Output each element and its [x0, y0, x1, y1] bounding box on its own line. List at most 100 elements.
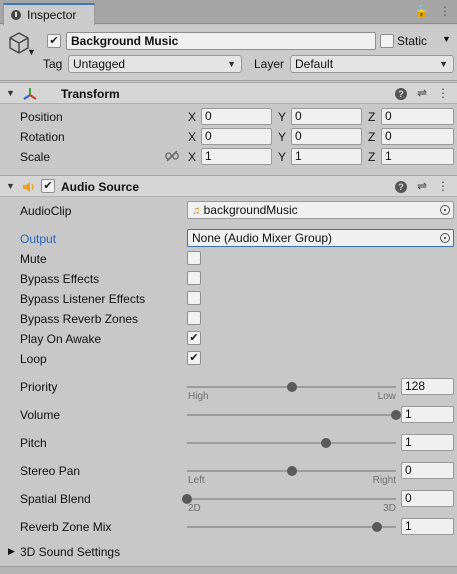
audio-source-enabled-checkbox[interactable]: ✔	[41, 179, 55, 193]
slider-track[interactable]	[182, 494, 396, 504]
axis-z-label[interactable]: Z	[368, 130, 375, 144]
tag-dropdown[interactable]: Untagged ▼	[68, 55, 242, 73]
tab-inspector[interactable]: Inspector	[3, 3, 95, 25]
position-x-field[interactable]: 0	[201, 108, 272, 125]
transform-icon	[23, 88, 37, 100]
audioclip-field[interactable]: ♫ backgroundMusic	[187, 201, 454, 219]
info-icon	[11, 10, 21, 20]
toggle-label: Mute	[20, 252, 47, 266]
icon-dropdown-arrow-icon[interactable]: ▼	[27, 47, 36, 57]
slider-max-label: Right	[372, 475, 396, 486]
toggle-checkbox[interactable]	[187, 311, 201, 325]
slider-min-label: 2D	[188, 503, 201, 514]
rotation-y-field[interactable]: 0	[291, 128, 362, 145]
rotation-x-field[interactable]: 0	[201, 128, 272, 145]
tag-label: Tag	[43, 57, 63, 71]
rotation-z-field[interactable]: 0	[381, 128, 454, 145]
audio-source-header-icons: ? ⇌ ⋮	[394, 179, 449, 193]
slider-thumb[interactable]	[371, 522, 382, 532]
layer-dropdown[interactable]: Default ▼	[290, 55, 454, 73]
object-picker-icon[interactable]	[440, 205, 450, 215]
lock-icon[interactable]: 🔒	[414, 4, 429, 18]
toggle-label: Bypass Effects	[20, 272, 100, 286]
axis-y-label[interactable]: Y	[278, 150, 286, 164]
slider-value-field[interactable]: 128	[401, 378, 454, 395]
help-icon[interactable]: ?	[394, 181, 407, 193]
slider-thumb[interactable]	[391, 410, 401, 420]
slider-thumb[interactable]	[321, 438, 332, 448]
slider-max-label: 3D	[383, 503, 396, 514]
slider-label: Reverb Zone Mix	[20, 520, 112, 534]
axis-x-label[interactable]: X	[188, 150, 196, 164]
axis-y-label[interactable]: Y	[278, 130, 286, 144]
slider-label: Spatial Blend	[20, 492, 91, 506]
axis-x-label[interactable]: X	[188, 110, 196, 124]
slider-track[interactable]	[187, 522, 396, 532]
slider-track[interactable]	[187, 466, 396, 476]
position-y-field[interactable]: 0	[291, 108, 362, 125]
toggle-checkbox[interactable]	[187, 251, 201, 265]
axis-z-label[interactable]: Z	[368, 150, 375, 164]
toggle-checkbox[interactable]	[187, 271, 201, 285]
slider-label: Stereo Pan	[20, 464, 81, 478]
audio-source-header[interactable]: ▼ ✔ Audio Source ? ⇌ ⋮	[0, 175, 457, 197]
toggle-checkbox[interactable]	[187, 291, 201, 305]
scale-y-field[interactable]: 1	[291, 148, 362, 165]
axis-y-label[interactable]: Y	[278, 110, 286, 124]
output-field[interactable]: None (Audio Mixer Group)	[187, 229, 454, 247]
slider-value-field[interactable]: 1	[401, 518, 454, 535]
output-label: Output	[20, 232, 57, 246]
static-checkbox[interactable]	[380, 34, 394, 48]
slider-track[interactable]	[187, 410, 401, 420]
audioclip-value: backgroundMusic	[203, 203, 298, 217]
foldout-arrow-icon[interactable]: ▼	[6, 88, 15, 98]
object-picker-icon[interactable]	[440, 233, 450, 243]
slider-track[interactable]	[187, 382, 396, 392]
toggle-checkbox[interactable]: ✔	[187, 331, 201, 345]
speaker-icon	[23, 182, 34, 192]
transform-header-icons: ? ⇌ ⋮	[394, 86, 449, 100]
menu-icon[interactable]: ⋮	[439, 4, 451, 18]
window-controls: 🔒 ⋮	[414, 4, 451, 18]
slider-value-field[interactable]: 0	[401, 490, 454, 507]
slider-thumb[interactable]	[286, 466, 297, 476]
layer-label: Layer	[254, 57, 285, 71]
chevron-down-icon: ▼	[439, 59, 448, 69]
slider-value-field[interactable]: 1	[401, 434, 454, 451]
active-checkbox[interactable]: ✔	[47, 34, 61, 48]
transform-title: Transform	[61, 87, 120, 101]
position-z-field[interactable]: 0	[381, 108, 454, 125]
help-icon[interactable]: ?	[394, 88, 407, 100]
audio-source-title: Audio Source	[61, 180, 140, 194]
static-label: Static	[397, 34, 428, 48]
menu-icon[interactable]: ⋮	[437, 179, 449, 193]
constrain-proportions-icon[interactable]	[165, 150, 179, 162]
menu-icon[interactable]: ⋮	[437, 86, 449, 100]
static-dropdown-arrow-icon[interactable]: ▼	[442, 34, 451, 44]
scale-label: Scale	[20, 150, 51, 164]
toggle-label: Loop	[20, 352, 47, 366]
presets-icon[interactable]: ⇌	[417, 179, 427, 193]
audioclip-label: AudioClip	[20, 204, 72, 218]
scale-z-field[interactable]: 1	[381, 148, 454, 165]
bottom-divider	[0, 566, 457, 574]
slider-value-field[interactable]: 1	[401, 406, 454, 423]
3d-sound-settings-foldout[interactable]: 3D Sound Settings	[20, 545, 120, 559]
position-label: Position	[20, 110, 63, 124]
axis-z-label[interactable]: Z	[368, 110, 375, 124]
gameobject-name-field[interactable]: Background Music	[66, 32, 376, 50]
axis-x-label[interactable]: X	[188, 130, 196, 144]
scale-x-field[interactable]: 1	[201, 148, 272, 165]
toggle-label: Bypass Listener Effects	[20, 292, 146, 306]
slider-value-field[interactable]: 0	[401, 462, 454, 479]
gameobject-header: ▼ ✔ Background Music Static ▼ Tag Untagg…	[0, 25, 457, 81]
foldout-arrow-right-icon[interactable]: ▶	[8, 546, 15, 557]
presets-icon[interactable]: ⇌	[417, 86, 427, 100]
transform-header[interactable]: ▼ Transform ? ⇌ ⋮	[0, 82, 457, 104]
slider-track[interactable]	[187, 438, 396, 448]
slider-thumb[interactable]	[286, 382, 297, 392]
toggle-checkbox[interactable]: ✔	[187, 351, 201, 365]
foldout-arrow-icon[interactable]: ▼	[6, 181, 15, 191]
slider-label: Priority	[20, 380, 58, 394]
slider-label: Pitch	[20, 436, 47, 450]
